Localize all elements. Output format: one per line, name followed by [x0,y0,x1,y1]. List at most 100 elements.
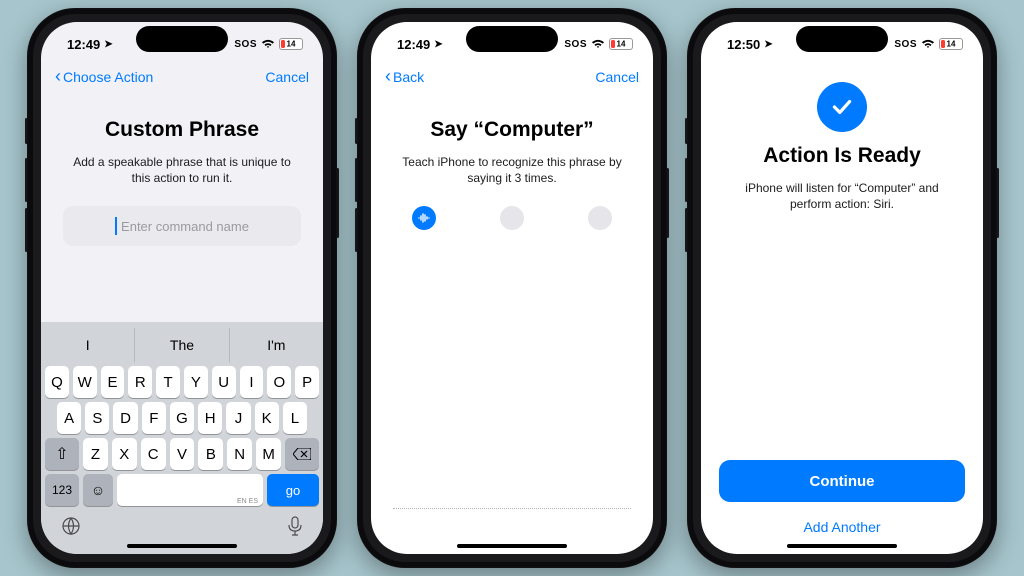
content-area: Action Is Ready iPhone will listen for “… [701,66,983,268]
back-label: Choose Action [63,69,153,85]
key-space[interactable]: EN ES [117,474,263,506]
back-label: Back [393,69,424,85]
key-row-3: ⇧ Z X C V B N M [41,434,323,470]
key-emoji[interactable]: ☺ [83,474,113,506]
key-b[interactable]: B [198,438,223,470]
chevron-left-icon: ‹ [385,67,391,85]
prediction-2[interactable]: The [135,328,229,362]
status-time: 12:50 [727,37,760,52]
command-name-input[interactable]: Enter command name [63,206,301,246]
location-icon: ➤ [764,39,772,50]
key-h[interactable]: H [198,402,222,434]
key-x[interactable]: X [112,438,137,470]
phone-mockup-3: 12:50 ➤ SOS 14 Action Is Ready iPhon [687,8,997,568]
dictate-icon[interactable] [287,516,303,536]
keyboard-footer [41,510,323,542]
key-q[interactable]: Q [45,366,69,398]
key-c[interactable]: C [141,438,166,470]
key-t[interactable]: T [156,366,180,398]
key-shift[interactable]: ⇧ [45,438,79,470]
checkmark-icon [817,82,867,132]
key-row-2: A S D F G H J K L [41,398,323,434]
sos-indicator: SOS [564,39,587,50]
status-time: 12:49 [397,37,430,52]
keyboard: I The I'm Q W E R T Y U I O P A [41,322,323,554]
recording-step-1 [412,206,436,230]
page-subtitle: iPhone will listen for “Computer” and pe… [723,180,961,212]
home-indicator[interactable] [127,544,237,548]
key-a[interactable]: A [57,402,81,434]
sos-indicator: SOS [234,39,257,50]
nav-bar: ‹Back Cancel [371,66,653,92]
home-indicator[interactable] [787,544,897,548]
key-g[interactable]: G [170,402,194,434]
globe-icon[interactable] [61,516,81,536]
wifi-icon [921,39,935,49]
recording-steps [412,206,612,230]
page-subtitle: Add a speakable phrase that is unique to… [63,154,301,186]
key-n[interactable]: N [227,438,252,470]
cancel-button[interactable]: Cancel [595,69,639,85]
battery-fill [611,40,615,48]
key-l[interactable]: L [283,402,307,434]
text-caret [115,217,117,235]
key-numbers[interactable]: 123 [45,474,79,506]
page-title: Say “Computer” [393,118,631,142]
key-u[interactable]: U [212,366,236,398]
home-indicator[interactable] [457,544,567,548]
page-title: Action Is Ready [723,144,961,168]
content-area: Say “Computer” Teach iPhone to recognize… [371,92,653,508]
sos-indicator: SOS [894,39,917,50]
key-f[interactable]: F [142,402,166,434]
prediction-3[interactable]: I'm [230,328,323,362]
key-j[interactable]: J [226,402,250,434]
back-button[interactable]: ‹Back [385,68,424,86]
content-area: Custom Phrase Add a speakable phrase tha… [41,92,323,322]
cancel-button[interactable]: Cancel [265,69,309,85]
status-time: 12:49 [67,37,100,52]
key-row-1: Q W E R T Y U I O P [41,362,323,398]
prediction-bar: I The I'm [41,328,323,362]
add-another-button[interactable]: Add Another [701,512,983,542]
key-p[interactable]: P [295,366,319,398]
key-row-4: 123 ☺ EN ES go [41,470,323,510]
nav-bar: ‹Choose Action Cancel [41,66,323,92]
key-r[interactable]: R [128,366,152,398]
prediction-1[interactable]: I [41,328,135,362]
location-icon: ➤ [104,39,112,50]
recording-step-3 [588,206,612,230]
battery-fill [281,40,285,48]
input-placeholder: Enter command name [121,219,249,234]
key-i[interactable]: I [240,366,264,398]
key-go[interactable]: go [267,474,319,506]
battery-percent: 14 [947,39,956,48]
key-z[interactable]: Z [83,438,108,470]
continue-button[interactable]: Continue [719,460,965,502]
key-o[interactable]: O [267,366,291,398]
battery-percent: 14 [287,39,296,48]
dynamic-island [466,26,558,52]
battery-fill [941,40,945,48]
key-y[interactable]: Y [184,366,208,398]
dynamic-island [796,26,888,52]
key-k[interactable]: K [255,402,279,434]
battery-indicator: 14 [279,38,303,50]
wifi-icon [591,39,605,49]
key-delete[interactable] [285,438,319,470]
page-subtitle: Teach iPhone to recognize this phrase by… [393,154,631,186]
key-m[interactable]: M [256,438,281,470]
key-s[interactable]: S [85,402,109,434]
key-e[interactable]: E [101,366,125,398]
phone-mockup-2: 12:49 ➤ SOS 14 ‹Back Cancel Say “Compute… [357,8,667,568]
battery-indicator: 14 [609,38,633,50]
key-d[interactable]: D [113,402,137,434]
dynamic-island [136,26,228,52]
back-button[interactable]: ‹Choose Action [55,68,153,86]
key-w[interactable]: W [73,366,97,398]
page-title: Custom Phrase [63,118,301,142]
recording-step-2 [500,206,524,230]
location-icon: ➤ [434,39,442,50]
wifi-icon [261,39,275,49]
key-v[interactable]: V [170,438,195,470]
keyboard-lang-label: EN ES [237,498,258,505]
